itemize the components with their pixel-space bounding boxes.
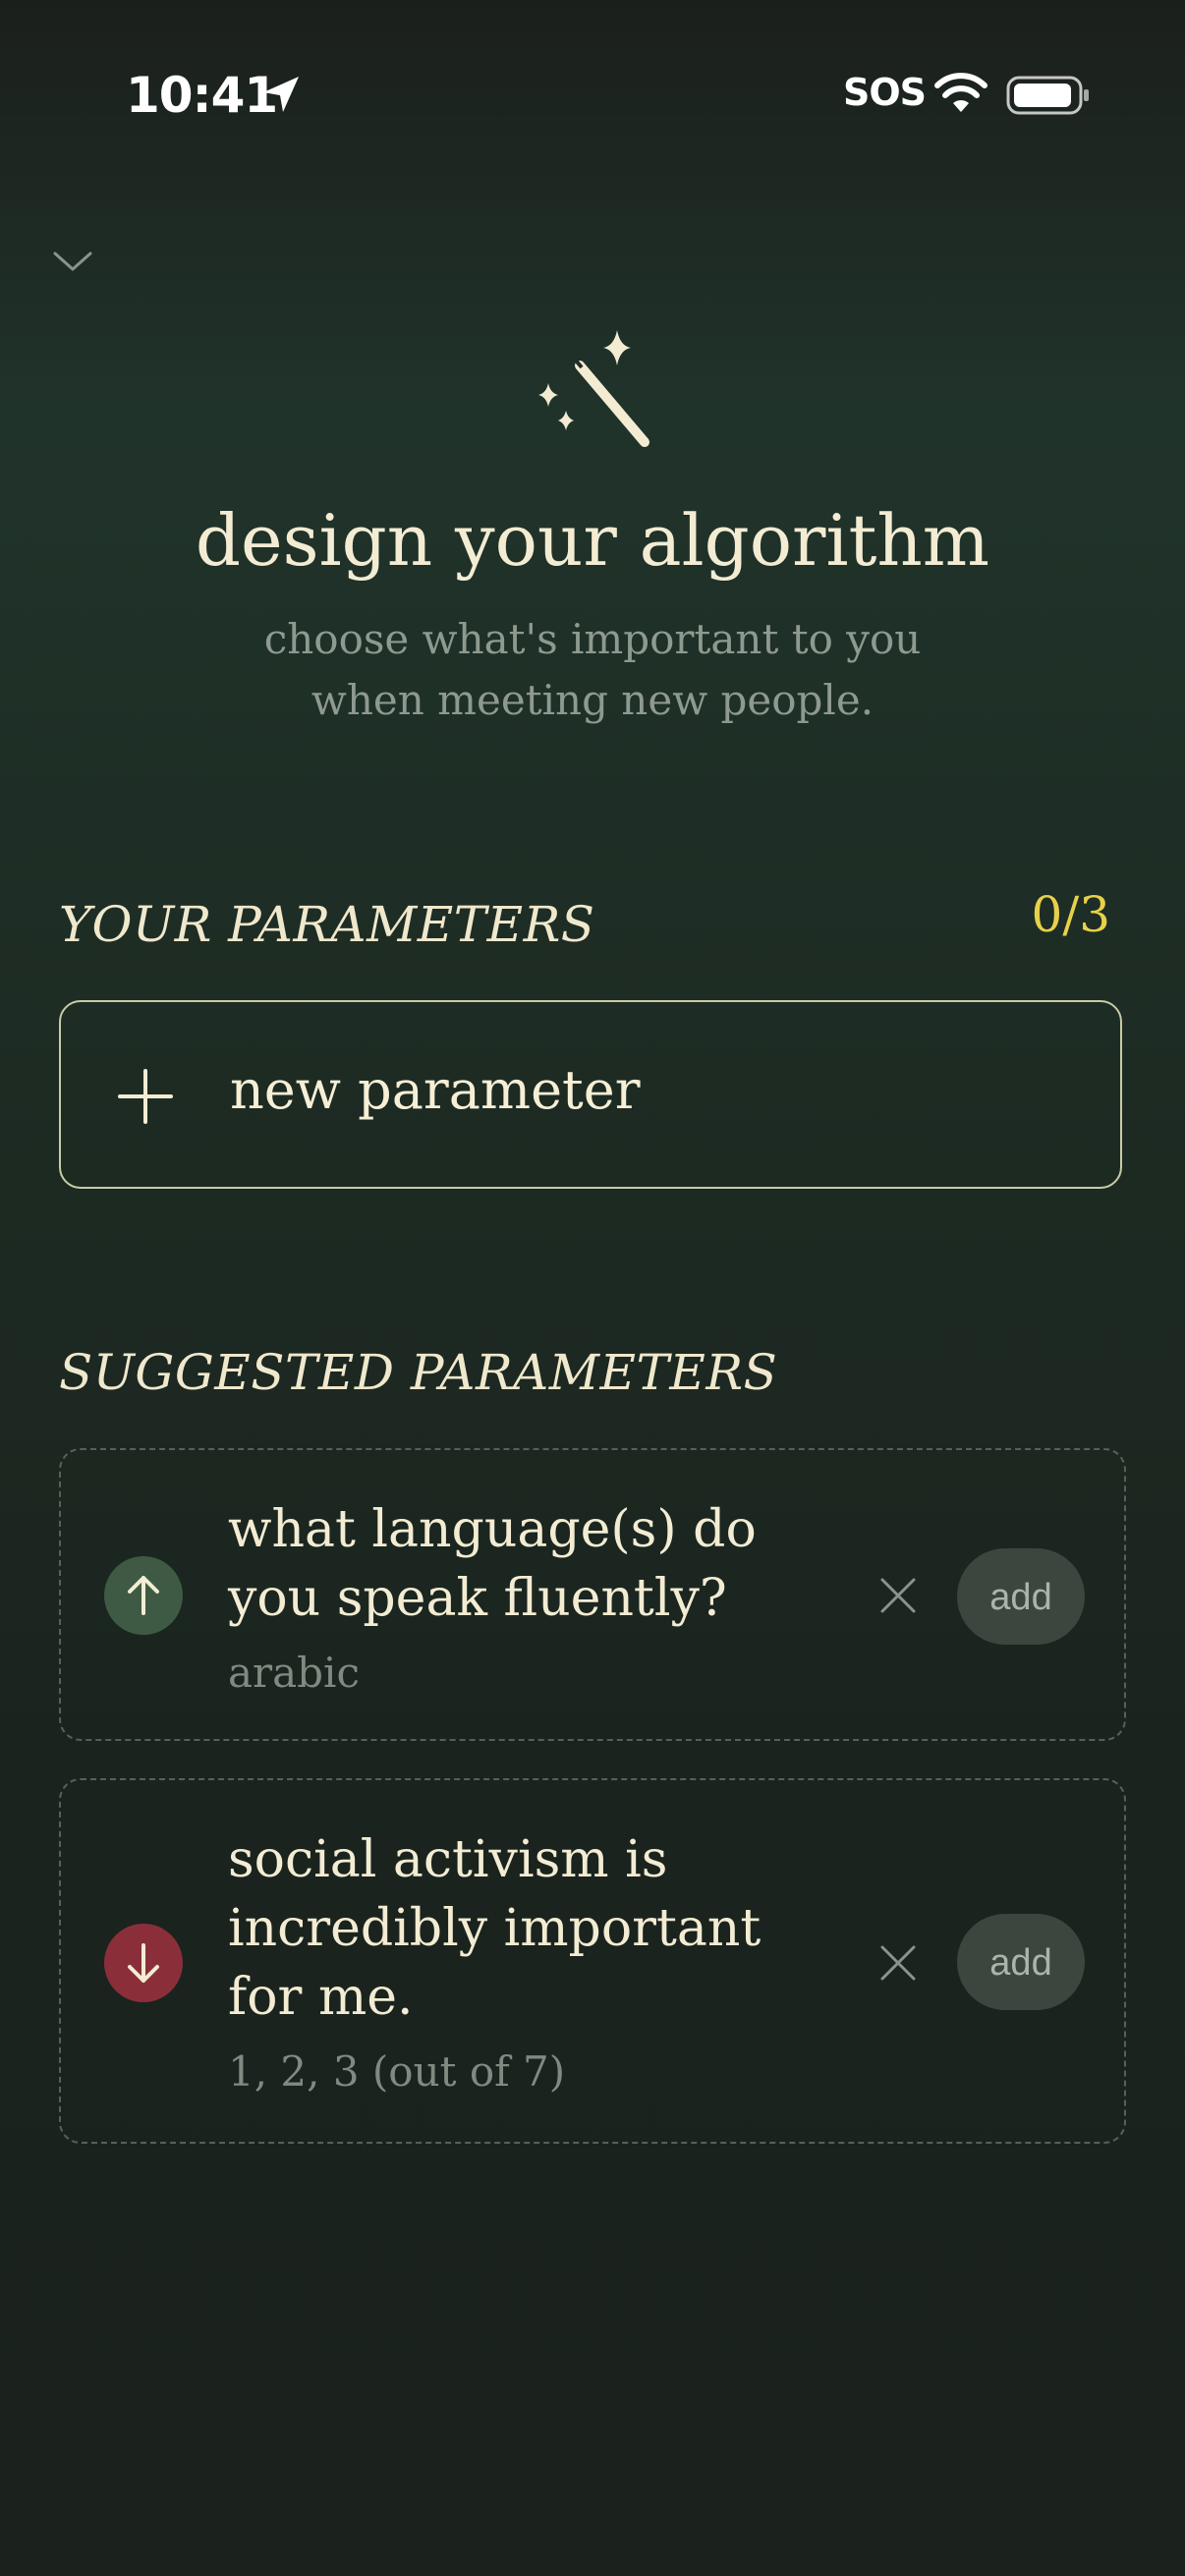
suggested-parameter-card[interactable]: what language(s) do you speak fluently? … xyxy=(59,1448,1126,1741)
question-line: you speak fluently? xyxy=(228,1569,727,1628)
your-parameters-label: YOUR PARAMETERS xyxy=(59,896,595,953)
suggested-parameters-label: SUGGESTED PARAMETERS xyxy=(59,1344,778,1401)
suggested-parameter-card[interactable]: social activism is incredibly important … xyxy=(59,1778,1126,2144)
close-icon[interactable] xyxy=(876,1574,920,1617)
close-icon[interactable] xyxy=(876,1941,920,1985)
plus-icon xyxy=(118,1069,173,1124)
new-parameter-label: new parameter xyxy=(230,1059,641,1121)
question-line: incredibly important xyxy=(228,1899,762,1958)
question-line: social activism is xyxy=(228,1830,668,1889)
add-button[interactable]: add xyxy=(957,1548,1085,1645)
suggested-answer: 1, 2, 3 (out of 7) xyxy=(228,2047,566,2096)
location-arrow-icon xyxy=(263,77,299,112)
suggested-question: what language(s) do you speak fluently? xyxy=(228,1495,778,1633)
add-button[interactable]: add xyxy=(957,1914,1085,2010)
status-bar: 10:41 SOS xyxy=(0,0,1185,196)
question-line: for me. xyxy=(228,1968,414,2027)
magic-wand-icon xyxy=(538,330,649,447)
page-subtitle: choose what's important to you when meet… xyxy=(0,609,1185,731)
arrow-down-icon xyxy=(104,1924,183,2002)
status-carrier: SOS xyxy=(843,71,927,114)
parameter-count: 0/3 xyxy=(1031,886,1110,943)
suggested-question: social activism is incredibly important … xyxy=(228,1825,778,2032)
subtitle-line: when meeting new people. xyxy=(310,676,875,724)
battery-icon xyxy=(1006,76,1089,115)
new-parameter-button[interactable]: new parameter xyxy=(59,1000,1122,1189)
page-title: design your algorithm xyxy=(195,499,990,582)
chevron-down-icon[interactable] xyxy=(51,248,94,275)
suggested-answer: arabic xyxy=(228,1649,360,1697)
subtitle-line: choose what's important to you xyxy=(263,615,922,663)
question-line: what language(s) do xyxy=(228,1500,757,1559)
status-time: 10:41 xyxy=(126,67,278,124)
wifi-icon xyxy=(934,73,988,112)
arrow-up-icon xyxy=(104,1556,183,1635)
